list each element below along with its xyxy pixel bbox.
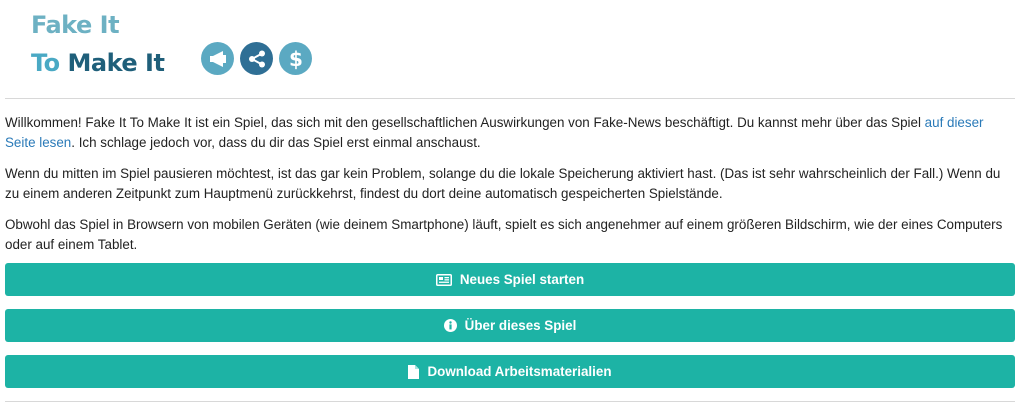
- file-icon: [408, 364, 420, 379]
- header: Fake It To Make It $: [0, 0, 1022, 98]
- logo-to: To: [31, 49, 60, 77]
- download-materials-button[interactable]: Download Arbeitsmaterialien: [5, 355, 1015, 388]
- divider-top: [5, 98, 1015, 99]
- about-game-label: Über dieses Spiel: [464, 318, 577, 333]
- about-game-button[interactable]: Über dieses Spiel: [5, 309, 1015, 342]
- logo-line-2: To Make It: [31, 49, 165, 77]
- new-game-label: Neues Spiel starten: [459, 272, 585, 287]
- svg-text:$: $: [289, 48, 303, 70]
- logo-make-it: Make It: [67, 49, 165, 77]
- intro-p1-after: . Ich schlage jedoch vor, dass du dir da…: [71, 135, 481, 150]
- new-game-button[interactable]: Neues Spiel starten: [5, 263, 1015, 296]
- dollar-icon: $: [279, 42, 312, 75]
- divider-bottom: [5, 401, 1015, 402]
- intro-p1-text: Willkommen! Fake It To Make It ist ein S…: [5, 115, 925, 130]
- download-materials-label: Download Arbeitsmaterialien: [427, 364, 612, 379]
- logo-icons: $: [201, 42, 312, 75]
- intro-paragraph-2: Wenn du mitten im Spiel pausieren möchte…: [5, 166, 1001, 201]
- share-icon: [240, 42, 273, 75]
- logo-line-1: Fake It: [31, 11, 120, 39]
- info-icon: [443, 319, 457, 332]
- intro-paragraph-3: Obwohl das Spiel in Browsern von mobilen…: [5, 217, 1003, 252]
- intro-text: Willkommen! Fake It To Make It ist ein S…: [5, 113, 1015, 266]
- intro-paragraph-1: Willkommen! Fake It To Make It ist ein S…: [5, 113, 1015, 153]
- megaphone-icon: [201, 42, 234, 75]
- newspaper-icon: [435, 273, 452, 286]
